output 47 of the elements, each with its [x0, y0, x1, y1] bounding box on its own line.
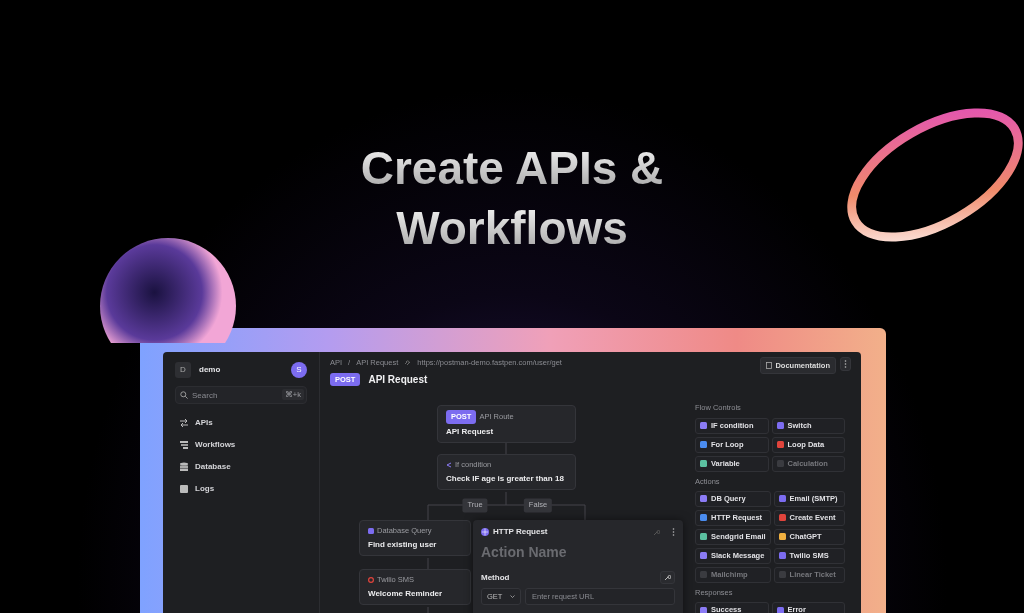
nav-item[interactable]: Database [175, 456, 307, 478]
nav-item[interactable]: Workflows [175, 434, 307, 456]
node-title: Check IF age is greater than 18 [446, 472, 565, 485]
square-icon [179, 484, 189, 494]
tile-icon [700, 460, 707, 467]
tile-icon [778, 533, 786, 541]
tile-icon [700, 552, 707, 560]
action-name-field[interactable]: Action Name [481, 542, 675, 564]
tile-icon [700, 514, 707, 522]
tile-icon [700, 495, 707, 503]
tile-icon [700, 441, 707, 448]
document-icon [766, 362, 773, 370]
circle-icon [368, 576, 374, 583]
stack-icon [179, 440, 189, 450]
tile-icon [776, 441, 784, 448]
workspace-name: demo [199, 364, 221, 376]
branch-icon [446, 461, 452, 468]
tile-icon [700, 571, 707, 579]
arrows-icon [179, 418, 189, 428]
tile-icon [778, 495, 786, 503]
tile-icon [776, 422, 784, 429]
more-button[interactable] [840, 357, 851, 371]
caret-icon [510, 595, 515, 599]
wrench-icon [664, 574, 671, 582]
workspace-logo: D [175, 362, 191, 378]
panel-type: HTTP Request [493, 526, 548, 539]
tile-icon [700, 606, 707, 613]
page-title: API Request [368, 373, 428, 388]
avatar[interactable]: S [291, 362, 307, 378]
nav-item[interactable]: APIs [175, 412, 307, 434]
tile-icon [776, 606, 784, 613]
globe-icon [481, 528, 489, 537]
node-title: API Request [446, 425, 495, 438]
tile-icon [700, 422, 707, 429]
nav-item[interactable]: Logs [175, 478, 307, 500]
tile-icon [778, 514, 786, 522]
tile-icon [778, 571, 786, 579]
more-icon [672, 528, 675, 537]
tile-icon [778, 552, 786, 560]
tile-icon [776, 460, 784, 467]
wrench-button[interactable] [660, 571, 675, 585]
more-icon [844, 360, 847, 368]
node-title: Find existing user [368, 538, 438, 551]
node-title: Welcome Reminder [368, 587, 444, 600]
field-label: Method [481, 571, 510, 584]
wrench-icon [653, 528, 660, 536]
tile-icon [700, 533, 707, 541]
